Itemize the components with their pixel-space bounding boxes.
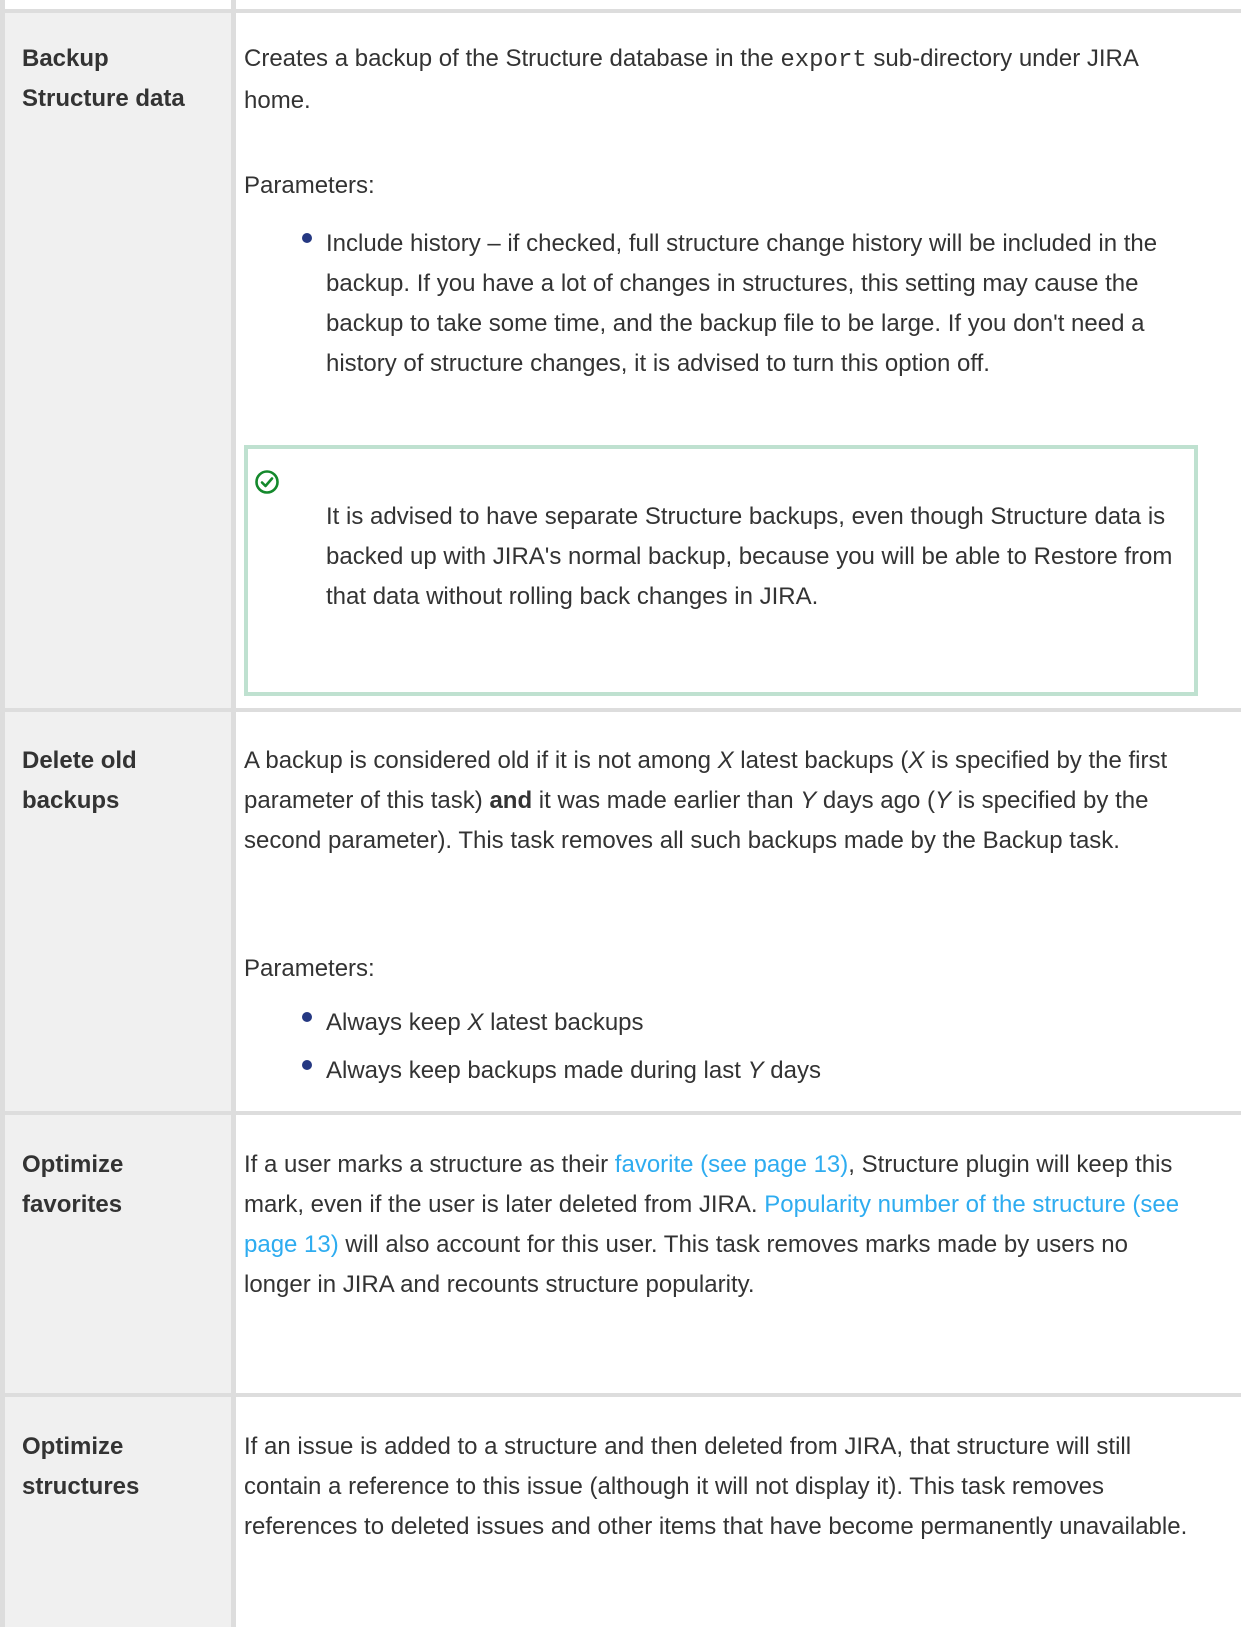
task-name: Optimize structures [22, 1433, 140, 1500]
parameters-label: Parameters: [244, 955, 375, 982]
bold-text: and [489, 787, 533, 814]
list-item-text: Always keep backups made during last [326, 1057, 748, 1084]
task-description: A backup is considered old if it is not … [244, 741, 1199, 861]
bullet-icon [302, 1060, 312, 1070]
task-name: Backup Structure data [22, 45, 185, 112]
list-item: Always keep X latest backups [302, 1003, 1186, 1043]
directory-name: export [780, 47, 867, 74]
variable-y: Y [800, 787, 817, 814]
task-description: If an issue is added to a structure and … [244, 1433, 1188, 1540]
list-item: Always keep backups made during last Y d… [302, 1051, 1186, 1091]
grid-line [231, 0, 236, 1627]
check-circle-icon [255, 470, 279, 494]
parameters-list: Always keep X latest backups Always keep… [302, 1003, 1186, 1091]
description-text: Creates a backup of the Structure databa… [244, 45, 781, 72]
variable-x: X [467, 1009, 484, 1036]
variable-y: Y [934, 787, 951, 814]
description-text: will also account for this user. This ta… [244, 1231, 1128, 1298]
description-text: latest backups ( [733, 747, 909, 774]
task-name: Delete old backups [22, 747, 137, 814]
variable-x: X [717, 747, 734, 774]
variable-y: Y [747, 1057, 764, 1084]
task-description: Creates a backup of the Structure databa… [244, 39, 1199, 121]
bullet-icon [302, 233, 312, 243]
description-text: it was made earlier than [532, 787, 801, 814]
list-item-text: days [763, 1057, 821, 1084]
tip-panel: It is advised to have separate Structure… [244, 445, 1198, 696]
grid-line [0, 9, 1241, 13]
task-description: If a user marks a structure as their fav… [244, 1145, 1199, 1305]
maintenance-tasks-table: Backup Structure data Creates a backup o… [0, 0, 1241, 1627]
description-text: If a user marks a structure as their [244, 1151, 615, 1178]
list-item-text: Always keep [326, 1009, 468, 1036]
list-item-text: latest backups [483, 1009, 644, 1036]
grid-line [0, 1111, 1241, 1115]
task-name: Optimize favorites [22, 1151, 124, 1218]
parameters-list: Include history – if checked, full struc… [302, 224, 1186, 384]
bullet-icon [302, 1012, 312, 1022]
description-text: days ago ( [816, 787, 935, 814]
tip-text: It is advised to have separate Structure… [326, 503, 1173, 610]
parameters-label: Parameters: [244, 172, 375, 199]
favorite-link[interactable]: favorite (see page 13) [615, 1151, 848, 1178]
variable-x: X [908, 747, 925, 774]
description-text: A backup is considered old if it is not … [244, 747, 718, 774]
list-item: Include history – if checked, full struc… [302, 224, 1186, 384]
grid-line [0, 708, 1241, 712]
list-item-text: Include history – if checked, full struc… [326, 230, 1158, 377]
grid-line [0, 1393, 1241, 1397]
grid-line [0, 0, 5, 1627]
